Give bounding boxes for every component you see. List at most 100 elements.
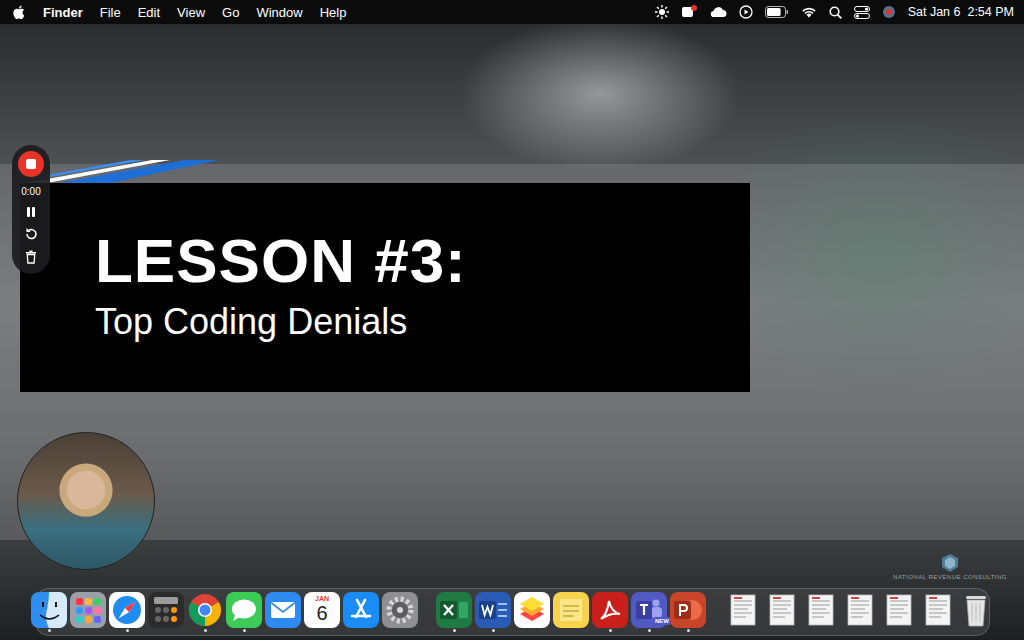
dock-item[interactable] bbox=[919, 590, 955, 634]
dock-item[interactable] bbox=[343, 590, 379, 634]
play-icon[interactable] bbox=[739, 5, 753, 19]
dock-item[interactable] bbox=[841, 590, 877, 634]
dock-item[interactable] bbox=[187, 590, 223, 634]
dock-item[interactable] bbox=[763, 590, 799, 634]
dock-item[interactable] bbox=[148, 590, 184, 634]
dock-item[interactable] bbox=[670, 590, 706, 634]
dock-item[interactable] bbox=[553, 590, 589, 634]
running-indicator bbox=[975, 629, 978, 632]
dock-item[interactable] bbox=[70, 590, 106, 634]
cloud-icon[interactable] bbox=[709, 6, 727, 18]
logo-text: NATIONAL REVENUE CONSULTING bbox=[893, 574, 1007, 580]
dock-item[interactable] bbox=[724, 590, 760, 634]
word-icon[interactable] bbox=[475, 592, 511, 628]
running-indicator bbox=[492, 629, 495, 632]
dock-item[interactable] bbox=[436, 590, 472, 634]
running-indicator bbox=[87, 629, 90, 632]
dock-item[interactable] bbox=[109, 590, 145, 634]
document-icon[interactable] bbox=[880, 592, 916, 628]
layers-icon[interactable] bbox=[514, 592, 550, 628]
document-icon[interactable] bbox=[802, 592, 838, 628]
dock-item[interactable]: NEW bbox=[631, 590, 667, 634]
calendar-icon[interactable]: JAN6 bbox=[304, 592, 340, 628]
safari-icon[interactable] bbox=[109, 592, 145, 628]
menu-item[interactable]: File bbox=[100, 5, 121, 20]
dock-item[interactable] bbox=[958, 590, 994, 634]
slide-subtitle: Top Coding Denials bbox=[95, 299, 730, 346]
stop-icon bbox=[26, 159, 36, 169]
app-badge: NEW bbox=[653, 617, 671, 625]
dock-item[interactable] bbox=[514, 590, 550, 634]
stop-button[interactable] bbox=[18, 151, 44, 177]
dock-item[interactable] bbox=[475, 590, 511, 634]
wifi-icon[interactable] bbox=[801, 6, 817, 18]
status-items: Sat Jan 6 2:54 PM bbox=[655, 5, 1014, 19]
slide-title-box: LESSON #3:Top Coding Denials bbox=[20, 183, 750, 392]
mail-icon[interactable] bbox=[265, 592, 301, 628]
menu-item[interactable]: Window bbox=[256, 5, 302, 20]
document-icon[interactable] bbox=[919, 592, 955, 628]
pause-icon[interactable] bbox=[25, 206, 37, 218]
menu-item[interactable]: View bbox=[177, 5, 205, 20]
launchpad-icon[interactable] bbox=[70, 592, 106, 628]
dock-item[interactable] bbox=[880, 590, 916, 634]
chrome-icon[interactable] bbox=[187, 592, 223, 628]
running-indicator bbox=[48, 629, 51, 632]
dock-item[interactable]: JAN6 bbox=[304, 590, 340, 634]
clock[interactable]: Sat Jan 6 2:54 PM bbox=[908, 5, 1014, 19]
dock-item[interactable] bbox=[31, 590, 67, 634]
messages-icon[interactable] bbox=[226, 592, 262, 628]
calculator-icon[interactable] bbox=[148, 592, 184, 628]
powerpoint-icon[interactable] bbox=[670, 592, 706, 628]
appstore-icon[interactable] bbox=[343, 592, 379, 628]
document-icon[interactable] bbox=[841, 592, 877, 628]
dock-item[interactable] bbox=[802, 590, 838, 634]
recording-indicator-icon bbox=[882, 5, 896, 19]
running-indicator bbox=[741, 629, 744, 632]
sun-icon[interactable] bbox=[655, 5, 669, 19]
apple-icon[interactable] bbox=[12, 4, 26, 20]
battery-icon bbox=[765, 6, 789, 18]
menu-item[interactable]: Edit bbox=[138, 5, 160, 20]
menu-item[interactable]: Go bbox=[222, 5, 239, 20]
finder-icon[interactable] bbox=[31, 592, 67, 628]
company-logo: NATIONAL REVENUE CONSULTING bbox=[900, 554, 1000, 580]
recording-time: 0:00 bbox=[21, 186, 40, 197]
logo-icon bbox=[942, 554, 958, 572]
running-indicator bbox=[360, 629, 363, 632]
running-indicator bbox=[531, 629, 534, 632]
running-indicator bbox=[204, 629, 207, 632]
dock: JAN6 NEW bbox=[35, 588, 990, 636]
menu-item[interactable]: Finder bbox=[43, 5, 83, 20]
stickies-icon[interactable] bbox=[553, 592, 589, 628]
slide-video: LESSON #3:Top Coding Denials NATIONAL REV… bbox=[0, 24, 1024, 640]
running-indicator bbox=[243, 629, 246, 632]
dock-item[interactable] bbox=[382, 590, 418, 634]
running-indicator bbox=[399, 629, 402, 632]
slide-title: LESSON #3: bbox=[95, 227, 730, 295]
search-icon[interactable] bbox=[829, 6, 842, 19]
app-status-icon[interactable] bbox=[681, 5, 697, 19]
acrobat-icon[interactable] bbox=[592, 592, 628, 628]
control-center-icon[interactable] bbox=[854, 6, 870, 19]
dock-item[interactable] bbox=[592, 590, 628, 634]
running-indicator bbox=[648, 629, 651, 632]
running-indicator bbox=[687, 629, 690, 632]
running-indicator bbox=[126, 629, 129, 632]
excel-icon[interactable] bbox=[436, 592, 472, 628]
dock-item[interactable] bbox=[265, 590, 301, 634]
calendar-month: JAN bbox=[315, 595, 329, 602]
trash-icon[interactable] bbox=[25, 250, 37, 264]
trash-icon[interactable] bbox=[958, 592, 994, 628]
document-icon[interactable] bbox=[724, 592, 760, 628]
menu-item[interactable]: Help bbox=[320, 5, 347, 20]
restart-icon[interactable] bbox=[24, 227, 38, 241]
running-indicator bbox=[165, 629, 168, 632]
running-indicator bbox=[780, 629, 783, 632]
menu-list: Finder File Edit View Go Window Help bbox=[12, 4, 346, 20]
settings-icon[interactable] bbox=[382, 592, 418, 628]
dock-item[interactable] bbox=[226, 590, 262, 634]
running-indicator bbox=[570, 629, 573, 632]
document-icon[interactable] bbox=[763, 592, 799, 628]
calendar-day: 6 bbox=[316, 602, 327, 624]
